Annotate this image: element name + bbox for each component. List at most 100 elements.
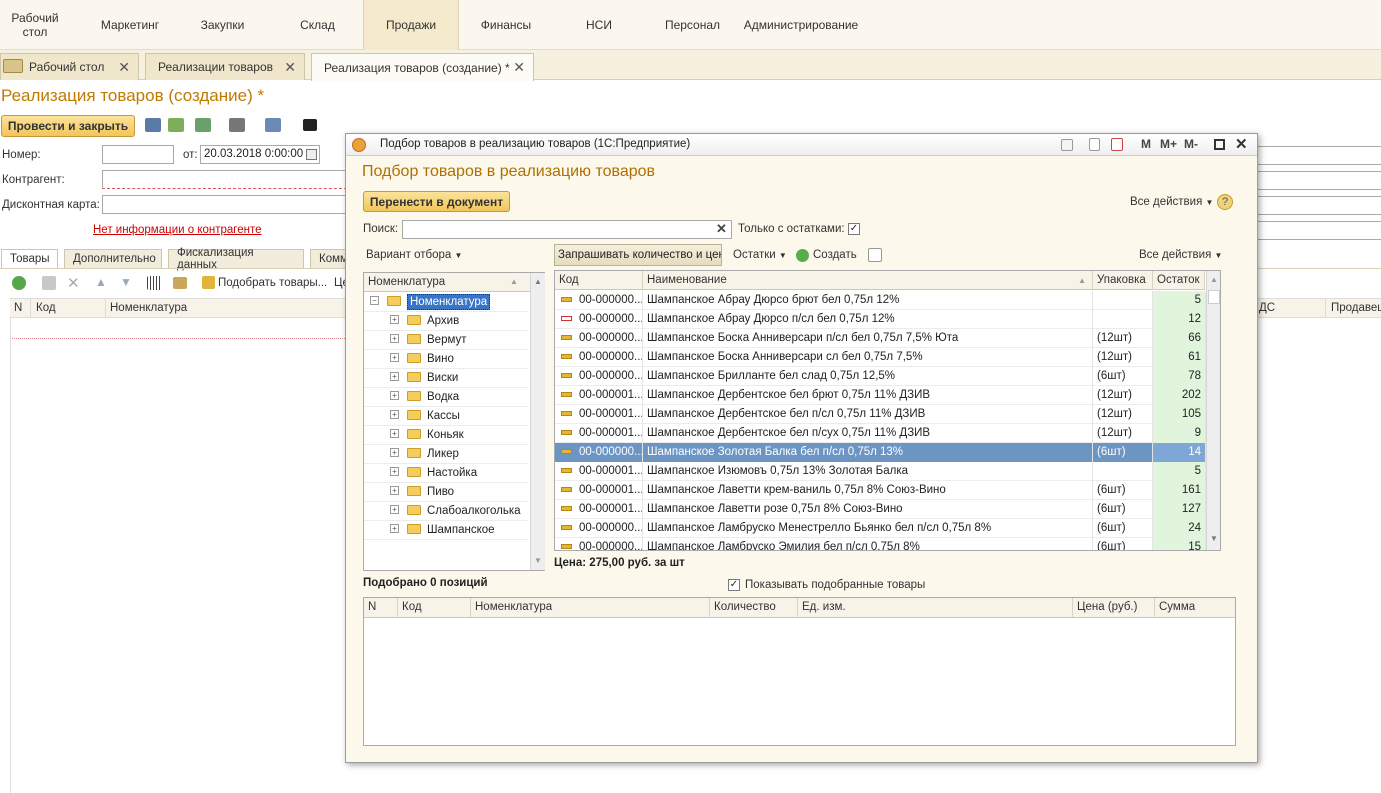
- scroll-up-icon[interactable]: ▲: [534, 277, 542, 286]
- right-field-2[interactable]: [1250, 171, 1381, 190]
- tab-fiscalization[interactable]: Фискализация данных: [168, 247, 304, 271]
- table-row[interactable]: 00-000000... Шампанское Боска Анниверсари…: [555, 329, 1206, 348]
- expand-icon[interactable]: +: [390, 467, 399, 477]
- col-price[interactable]: Цена (руб.): [1073, 598, 1155, 618]
- tree-item[interactable]: + Вермут: [364, 331, 528, 350]
- col-pack[interactable]: Упаковка: [1093, 271, 1153, 290]
- section-sales[interactable]: Продажи: [363, 0, 459, 50]
- table-row[interactable]: 00-000001... Шампанское Лаветти крем-вани…: [555, 481, 1206, 500]
- right-field-4[interactable]: [1250, 221, 1381, 240]
- save-icon[interactable]: [145, 118, 161, 132]
- grid-all-actions-menu[interactable]: Все действия ▼: [1139, 249, 1222, 261]
- table-row[interactable]: 00-000000... Шампанское Ламбруско Эмилия …: [555, 538, 1206, 550]
- post-icon[interactable]: [168, 118, 184, 132]
- section-personnel[interactable]: Персонал: [655, 0, 730, 50]
- scroll-down-icon[interactable]: ▼: [1210, 534, 1218, 543]
- section-purchases[interactable]: Закупки: [185, 0, 260, 50]
- post-close-button[interactable]: Провести и закрыть: [1, 115, 135, 137]
- memory-m-button[interactable]: M: [1141, 137, 1151, 151]
- col-unit[interactable]: Ед. изм.: [798, 598, 1073, 618]
- show-picked-checkbox[interactable]: ✓: [728, 579, 740, 591]
- barcode-icon[interactable]: [147, 276, 161, 290]
- counterparty-field[interactable]: [102, 170, 352, 189]
- arrow-down-icon[interactable]: ▼: [120, 275, 132, 289]
- col-rest[interactable]: Остаток: [1153, 271, 1205, 290]
- all-actions-menu[interactable]: Все действия ▼: [1130, 196, 1213, 208]
- col-quantity[interactable]: Количество: [710, 598, 798, 618]
- section-administration[interactable]: Администрирование: [744, 0, 858, 50]
- col-name[interactable]: Наименование ▲: [643, 271, 1093, 290]
- scroll-up-icon[interactable]: ▲: [1210, 275, 1218, 284]
- number-field[interactable]: [102, 145, 174, 164]
- tab-goods[interactable]: Товары: [1, 249, 58, 268]
- print-icon[interactable]: [229, 118, 245, 132]
- tab-sales-list[interactable]: Реализации товаров ✕: [145, 53, 305, 80]
- memory-plus-button[interactable]: M+: [1160, 137, 1177, 151]
- table-row[interactable]: 00-000000... Шампанское Абрау Дюрсо брют …: [555, 291, 1206, 310]
- expand-icon[interactable]: +: [390, 315, 399, 325]
- table-row[interactable]: 00-000001... Шампанское Дербентское бел п…: [555, 405, 1206, 424]
- table-row[interactable]: 00-000001... Шампанское Дербентское бел п…: [555, 424, 1206, 443]
- tab-additional[interactable]: Дополнительно: [64, 249, 162, 268]
- sort-icon[interactable]: ▲: [510, 277, 518, 286]
- tree-item[interactable]: + Пиво: [364, 483, 528, 502]
- expand-icon[interactable]: +: [390, 334, 399, 344]
- maximize-icon[interactable]: [1214, 139, 1225, 150]
- expand-icon[interactable]: +: [390, 391, 399, 401]
- tree-scrollbar[interactable]: ▲ ▼: [530, 273, 545, 570]
- tree-item[interactable]: + Архив: [364, 312, 528, 331]
- add-copy-icon[interactable]: [868, 248, 882, 262]
- scroll-thumb[interactable]: [1208, 290, 1220, 304]
- pick-goods-button[interactable]: Подобрать товары...: [218, 277, 327, 289]
- close-window-icon[interactable]: ✕: [1235, 135, 1248, 153]
- expand-icon[interactable]: +: [390, 372, 399, 382]
- tree-item[interactable]: + Кассы: [364, 407, 528, 426]
- scroll-down-icon[interactable]: ▼: [534, 556, 542, 565]
- tree-item[interactable]: + Слабоалкоголька: [364, 502, 528, 521]
- close-icon[interactable]: ✕: [118, 59, 130, 76]
- tree-item[interactable]: + Шампанское: [364, 521, 528, 540]
- expand-icon[interactable]: +: [390, 410, 399, 420]
- col-code[interactable]: Код: [36, 302, 56, 314]
- tree-item[interactable]: + Виски: [364, 369, 528, 388]
- tree-root[interactable]: − Номенклатура: [364, 293, 528, 312]
- table-row[interactable]: 00-000001... Шампанское Лаветти розе 0,75…: [555, 500, 1206, 519]
- col-code[interactable]: Код: [398, 598, 471, 618]
- picked-grid[interactable]: N Код Номенклатура Количество Ед. изм. Ц…: [363, 597, 1236, 746]
- close-icon[interactable]: ✕: [284, 59, 296, 76]
- table-row[interactable]: 00-000000... Шампанское Золотая Балка бел…: [555, 443, 1206, 462]
- search-input[interactable]: [402, 220, 732, 239]
- transfer-to-document-button[interactable]: Перенести в документ: [363, 191, 510, 212]
- tree-item[interactable]: + Настойка: [364, 464, 528, 483]
- col-n[interactable]: N: [364, 598, 398, 618]
- add-icon[interactable]: [12, 276, 26, 290]
- close-icon[interactable]: ✕: [513, 59, 525, 76]
- expand-icon[interactable]: +: [390, 448, 399, 458]
- col-seller[interactable]: Продавец: [1331, 302, 1381, 314]
- col-n[interactable]: N: [14, 302, 22, 314]
- expand-icon[interactable]: +: [390, 353, 399, 363]
- collapse-icon[interactable]: −: [370, 296, 379, 306]
- calculator-icon[interactable]: [1089, 138, 1100, 151]
- nomenclature-tree[interactable]: Номенклатура ▲ − Номенклатура + Архив + Верм…: [363, 272, 545, 571]
- calendar-icon[interactable]: [1111, 138, 1123, 151]
- section-marketing[interactable]: Маркетинг: [90, 0, 170, 50]
- expand-icon[interactable]: +: [390, 505, 399, 515]
- edit-icon[interactable]: [173, 277, 187, 289]
- create-button[interactable]: Создать: [813, 249, 857, 261]
- create-based-icon[interactable]: [195, 118, 211, 132]
- grid-scrollbar[interactable]: ▲ ▼: [1206, 271, 1220, 550]
- date-field[interactable]: 20.03.2018 0:00:00: [200, 145, 320, 164]
- memory-minus-button[interactable]: M-: [1184, 137, 1198, 151]
- expand-icon[interactable]: +: [390, 524, 399, 534]
- remains-menu[interactable]: Остатки ▼: [733, 249, 787, 261]
- table-row[interactable]: 00-000001... Шампанское Изюмовъ 0,75л 13%…: [555, 462, 1206, 481]
- delete-icon[interactable]: ✕: [67, 274, 80, 292]
- section-warehouse[interactable]: Склад: [280, 0, 355, 50]
- tab-sale-create[interactable]: Реализация товаров (создание) * ✕: [311, 53, 534, 81]
- calendar-icon[interactable]: [306, 149, 317, 160]
- right-field-3[interactable]: [1250, 196, 1381, 215]
- clear-search-icon[interactable]: ✕: [716, 221, 727, 237]
- right-field-1[interactable]: [1250, 146, 1381, 165]
- section-desktop[interactable]: Рабочий стол: [0, 0, 70, 50]
